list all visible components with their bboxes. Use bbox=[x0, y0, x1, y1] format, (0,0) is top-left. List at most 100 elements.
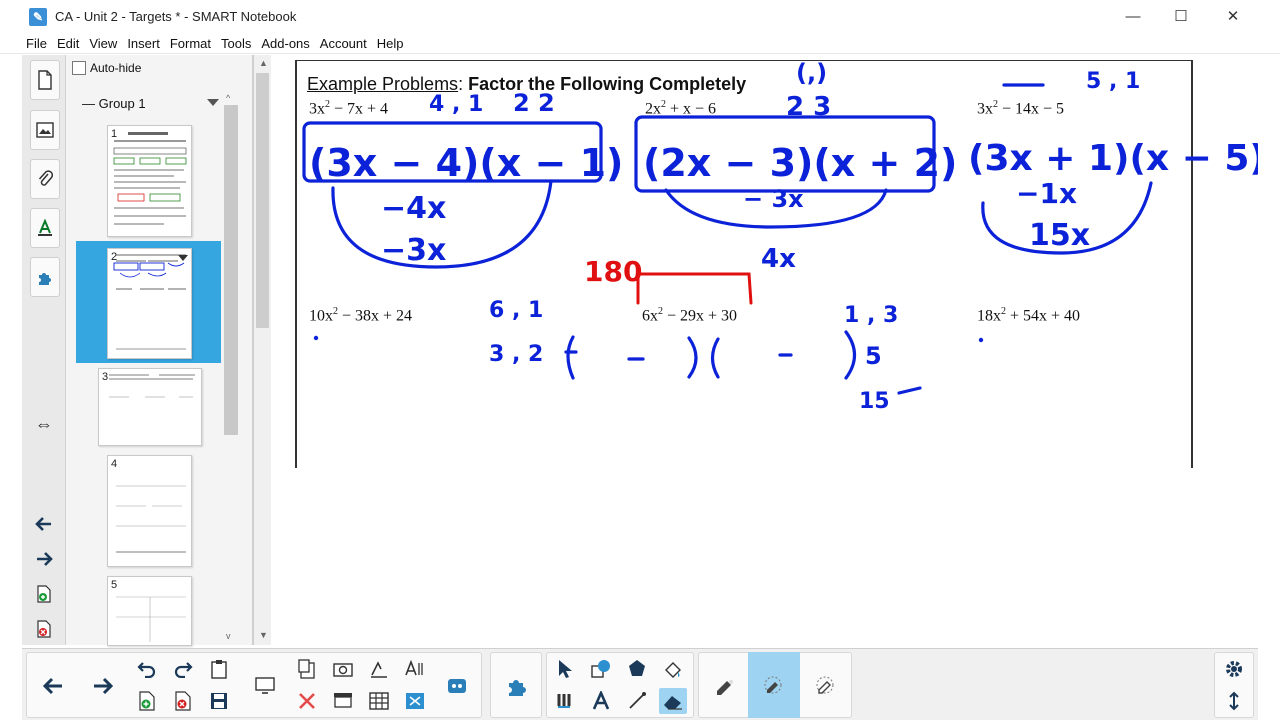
fullscreen-icon[interactable] bbox=[401, 688, 429, 714]
ink-annotations[interactable]: (3x − 4)(x − 1) (2x − 3)(x + 2) (3x + 1)… bbox=[271, 55, 1258, 475]
next-page-icon[interactable] bbox=[32, 547, 56, 571]
ink-note: −4x bbox=[381, 191, 446, 226]
properties-tab[interactable] bbox=[30, 208, 60, 248]
add-page-icon[interactable] bbox=[133, 688, 161, 714]
workspace-canvas[interactable]: Example Problems: Factor the Following C… bbox=[271, 55, 1258, 645]
text-tool-icon[interactable] bbox=[365, 656, 393, 682]
menu-file[interactable]: File bbox=[26, 36, 47, 51]
ink-dot bbox=[978, 337, 984, 343]
ink-answer-1: (3x − 4)(x − 1) bbox=[309, 141, 623, 185]
addons-tab[interactable] bbox=[30, 257, 60, 297]
paperclip-icon bbox=[38, 170, 53, 186]
ink-note: 15x bbox=[1029, 218, 1090, 253]
shapes-icon[interactable] bbox=[587, 656, 615, 682]
pens-icon[interactable] bbox=[551, 688, 579, 714]
page-sorter-tab[interactable] bbox=[30, 60, 60, 100]
ink-note-red: 180 bbox=[584, 255, 642, 288]
eraser-icon[interactable] bbox=[659, 688, 687, 714]
text-icon[interactable] bbox=[587, 688, 615, 714]
page-thumbnail[interactable]: 4 bbox=[107, 455, 192, 567]
checkbox-box[interactable] bbox=[72, 61, 86, 75]
ink-note: −1x bbox=[1016, 177, 1077, 210]
minimize-button[interactable]: — bbox=[1110, 0, 1156, 32]
menu-format[interactable]: Format bbox=[170, 36, 211, 51]
previous-page-icon[interactable] bbox=[32, 512, 56, 536]
gear-icon[interactable] bbox=[1220, 656, 1248, 682]
display-icon[interactable] bbox=[329, 688, 357, 714]
menu-tools[interactable]: Tools bbox=[221, 36, 251, 51]
arrow-left-icon[interactable] bbox=[33, 666, 73, 706]
camera-icon[interactable] bbox=[329, 656, 357, 682]
ink-paren-3 bbox=[710, 337, 720, 379]
autohide-checkbox[interactable]: Auto-hide bbox=[72, 61, 141, 75]
save-icon[interactable] bbox=[205, 688, 233, 714]
regular-polygon-icon[interactable] bbox=[623, 656, 651, 682]
attachments-tab[interactable] bbox=[30, 159, 60, 199]
move-sidebar-icon[interactable]: ⇔ bbox=[32, 412, 56, 436]
text-settings-icon[interactable] bbox=[401, 656, 429, 682]
delete-page-icon[interactable] bbox=[169, 688, 197, 714]
thumbnail-1-preview bbox=[113, 132, 187, 225]
toolbar-group-main bbox=[26, 652, 482, 718]
properties-icon bbox=[38, 219, 52, 236]
pen-type-3-icon[interactable] bbox=[806, 665, 846, 705]
arrow-right-icon[interactable] bbox=[83, 666, 123, 706]
ink-note: − 3x bbox=[743, 185, 804, 213]
undo-icon[interactable] bbox=[133, 656, 161, 682]
ink-note: 3 , 2 bbox=[489, 342, 543, 367]
ink-paren-1 bbox=[566, 335, 575, 380]
paste-special-icon[interactable] bbox=[293, 656, 321, 682]
maximize-button[interactable]: ☐ bbox=[1158, 0, 1204, 32]
gallery-tab[interactable] bbox=[30, 110, 60, 150]
menu-insert[interactable]: Insert bbox=[127, 36, 160, 51]
smart-notebook-icon: ✎ bbox=[29, 7, 47, 26]
table-icon[interactable] bbox=[365, 688, 393, 714]
sorter-scroll-down-icon[interactable]: v bbox=[226, 631, 231, 641]
ink-note: 4 , 1 bbox=[429, 92, 483, 117]
paste-icon[interactable] bbox=[205, 656, 233, 682]
scrollbar-thumb[interactable] bbox=[256, 73, 269, 328]
add-page-icon[interactable] bbox=[32, 582, 56, 606]
toolbar-group-settings bbox=[1214, 652, 1254, 718]
thumbnail-menu-icon[interactable] bbox=[178, 255, 188, 261]
pen-type-1-icon[interactable] bbox=[706, 665, 746, 705]
menu-help[interactable]: Help bbox=[377, 36, 404, 51]
menu-addons[interactable]: Add-ons bbox=[261, 36, 309, 51]
select-icon[interactable] bbox=[551, 656, 579, 682]
ink-paren-4 bbox=[844, 330, 857, 380]
sorter-scrollbar[interactable] bbox=[224, 105, 238, 435]
page-thumbnail-selected[interactable]: 2 bbox=[107, 248, 192, 359]
page-thumbnail[interactable]: 1 bbox=[107, 125, 192, 237]
ink-dot bbox=[313, 335, 319, 341]
ink-answer-3: (3x + 1)(x − 5) bbox=[968, 138, 1258, 179]
scroll-down-icon[interactable]: ▼ bbox=[259, 630, 268, 640]
thumbnail-3-preview bbox=[109, 374, 195, 398]
screen-shade-icon[interactable] bbox=[251, 672, 279, 698]
fill-icon[interactable] bbox=[659, 656, 687, 682]
scroll-up-icon[interactable]: ▲ bbox=[259, 58, 268, 68]
menu-edit[interactable]: Edit bbox=[57, 36, 79, 51]
group-label[interactable]: — Group 1 bbox=[82, 96, 146, 111]
clear-icon[interactable] bbox=[293, 688, 321, 714]
close-button[interactable]: ✕ bbox=[1210, 0, 1256, 32]
move-toolbar-icon[interactable] bbox=[1220, 688, 1248, 714]
thumbnail-4-preview bbox=[116, 485, 186, 553]
ink-note: (,) bbox=[796, 59, 827, 87]
delete-page-icon[interactable] bbox=[32, 617, 56, 641]
redo-icon[interactable] bbox=[169, 656, 197, 682]
page-icon bbox=[38, 70, 52, 90]
page-thumbnail[interactable]: 5 bbox=[107, 576, 192, 646]
ink-note: 1 , 3 bbox=[844, 303, 898, 328]
line-icon[interactable] bbox=[623, 688, 651, 714]
addon-icon[interactable] bbox=[443, 672, 471, 698]
menu-account[interactable]: Account bbox=[320, 36, 367, 51]
ink-note: −3x bbox=[381, 233, 446, 268]
ink-paren-2 bbox=[687, 336, 698, 379]
chevron-down-icon[interactable] bbox=[207, 99, 219, 106]
page-thumbnail[interactable]: 3 bbox=[98, 368, 202, 446]
menu-view[interactable]: View bbox=[89, 36, 117, 51]
workspace-scrollbar[interactable]: ▲ ▼ bbox=[254, 55, 271, 645]
puzzle-icon[interactable] bbox=[497, 666, 537, 706]
pen-type-2-icon[interactable] bbox=[754, 665, 794, 705]
sorter-scroll-up-icon[interactable]: ^ bbox=[226, 93, 230, 103]
